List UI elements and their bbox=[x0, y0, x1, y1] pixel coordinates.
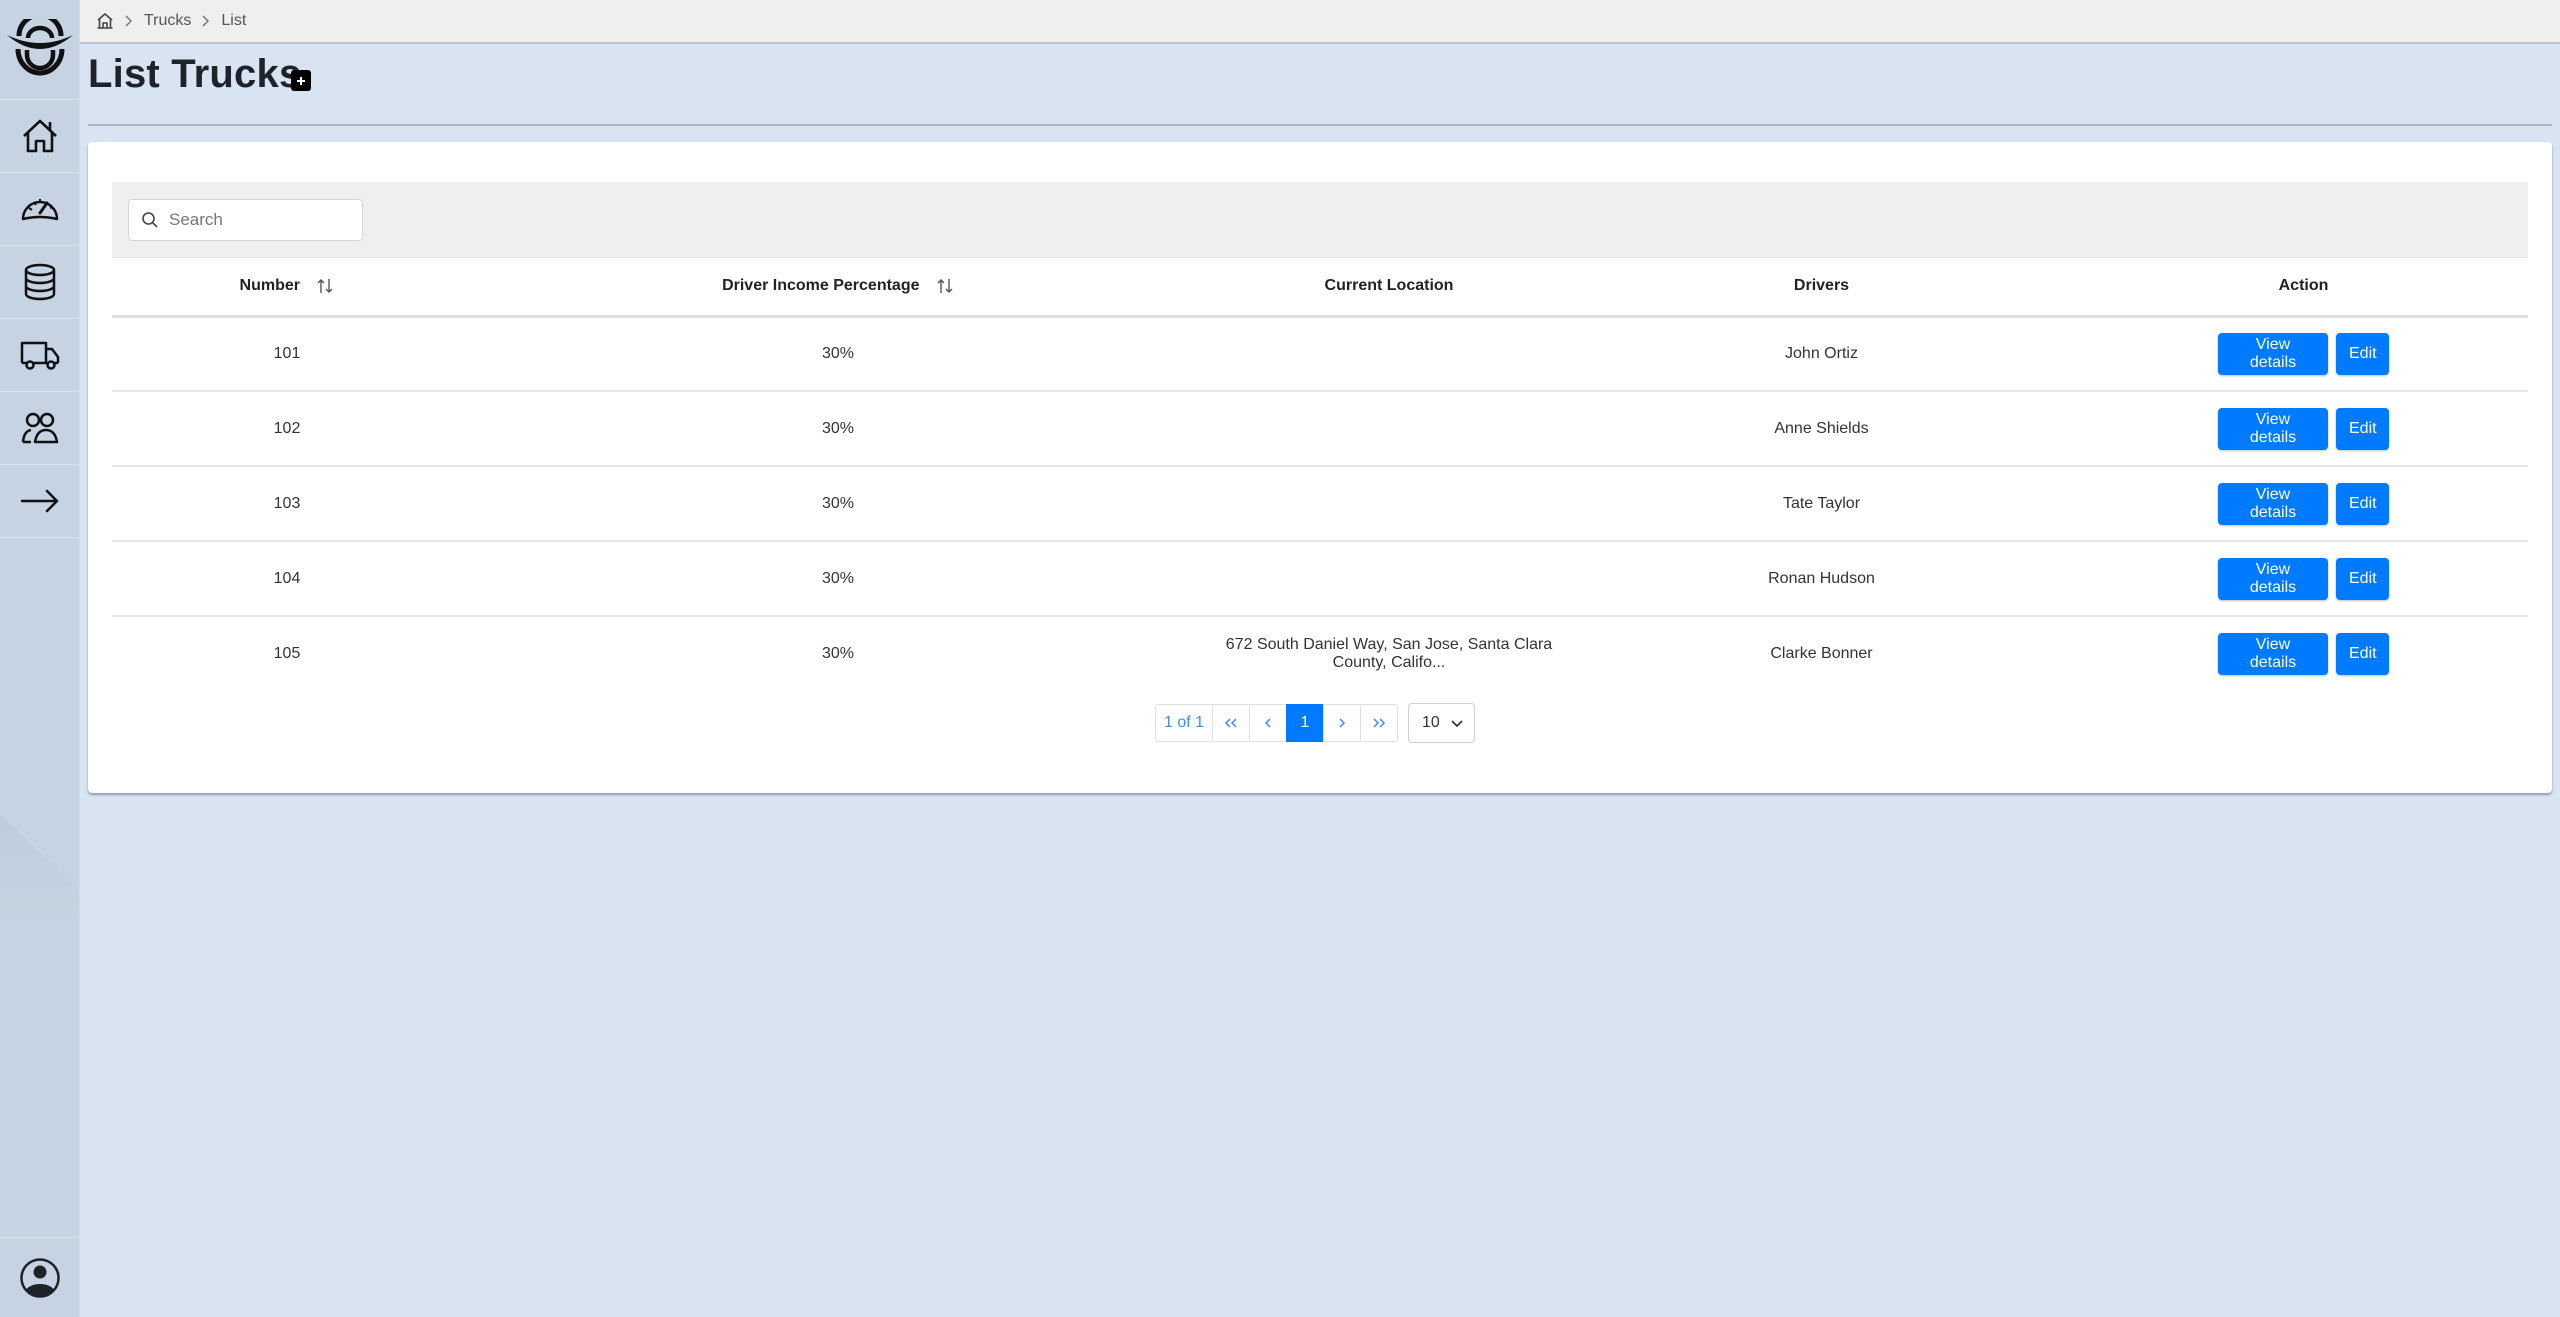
page-size-value: 10 bbox=[1422, 714, 1440, 731]
cell-location bbox=[1214, 466, 1564, 542]
header-divider bbox=[88, 124, 2552, 126]
next-page-button[interactable] bbox=[1323, 704, 1361, 742]
breadcrumb-current: List bbox=[221, 12, 247, 29]
double-chevron-left-icon bbox=[1224, 718, 1237, 728]
cell-driver: Anne Shields bbox=[1564, 391, 2079, 467]
add-truck-button[interactable] bbox=[291, 70, 311, 91]
table-row: 104 30% Ronan Hudson View detailsEdit bbox=[112, 541, 2528, 617]
view-details-button[interactable]: View details bbox=[2218, 407, 2328, 450]
view-details-button[interactable]: View details bbox=[2218, 332, 2328, 375]
cell-driver: John Ortiz bbox=[1564, 316, 2079, 392]
pagination: 1 of 1 1 10 bbox=[1155, 703, 1475, 743]
search-box[interactable] bbox=[128, 199, 363, 241]
column-header-drivers: Drivers bbox=[1564, 258, 2079, 318]
table-row: 102 30% Anne Shields View detailsEdit bbox=[112, 391, 2528, 467]
sidebar bbox=[0, 0, 80, 1317]
cell-actions: View detailsEdit bbox=[2079, 466, 2528, 542]
chevron-right-icon bbox=[124, 14, 134, 28]
cell-actions: View detailsEdit bbox=[2079, 541, 2528, 617]
view-details-button[interactable]: View details bbox=[2218, 557, 2328, 600]
cell-driver: Tate Taylor bbox=[1564, 466, 2079, 542]
search-icon bbox=[142, 212, 158, 228]
cell-actions: View detailsEdit bbox=[2079, 391, 2528, 467]
sidebar-item-home[interactable] bbox=[0, 100, 79, 173]
first-page-button[interactable] bbox=[1212, 704, 1250, 742]
cell-income: 30% bbox=[462, 541, 1214, 617]
cell-number: 102 bbox=[112, 391, 462, 467]
arrow-right-icon bbox=[20, 489, 59, 513]
user-circle-icon bbox=[20, 1257, 60, 1298]
view-details-button[interactable]: View details bbox=[2218, 633, 2328, 675]
home-icon bbox=[23, 119, 57, 153]
home-icon bbox=[97, 13, 113, 29]
database-icon bbox=[24, 263, 56, 301]
breadcrumb-home[interactable] bbox=[96, 12, 114, 30]
table-row: 101 30% John Ortiz View detailsEdit bbox=[112, 316, 2528, 392]
prev-page-button[interactable] bbox=[1249, 704, 1287, 742]
column-header-income[interactable]: Driver Income Percentage bbox=[462, 258, 1214, 318]
chevron-right-icon bbox=[201, 14, 211, 28]
cell-driver: Clarke Bonner bbox=[1770, 645, 1873, 662]
breadcrumb-trucks[interactable]: Trucks bbox=[144, 12, 191, 30]
profile-button[interactable] bbox=[0, 1237, 79, 1317]
trucks-table: Number Driver Income Percentage Current … bbox=[112, 258, 2528, 691]
last-page-button[interactable] bbox=[1360, 704, 1398, 742]
column-header-location: Current Location bbox=[1214, 258, 1564, 318]
table-toolbar bbox=[112, 182, 2528, 258]
edit-button[interactable]: Edit bbox=[2336, 332, 2389, 375]
sort-icon[interactable] bbox=[936, 277, 954, 295]
table-row: 103 30% Tate Taylor View detailsEdit bbox=[112, 466, 2528, 542]
search-input[interactable] bbox=[169, 210, 349, 230]
sort-icon[interactable] bbox=[316, 277, 334, 295]
cell-actions: View detailsEdit bbox=[2079, 616, 2528, 691]
cell-income: 30% bbox=[462, 391, 1214, 467]
table-header-row: Number Driver Income Percentage Current … bbox=[112, 258, 2528, 318]
sidebar-item-dashboard[interactable] bbox=[0, 173, 79, 246]
page-title: List Trucks bbox=[88, 52, 302, 96]
double-chevron-right-icon bbox=[1373, 718, 1386, 728]
speedometer-icon bbox=[21, 199, 59, 221]
page-1-button[interactable]: 1 bbox=[1286, 704, 1324, 742]
cell-location bbox=[1214, 316, 1564, 392]
cell-income: 30% bbox=[821, 645, 855, 662]
trucks-card: Number Driver Income Percentage Current … bbox=[88, 142, 2552, 793]
edit-button[interactable]: Edit bbox=[2336, 633, 2389, 675]
logo-icon bbox=[7, 18, 73, 75]
truck-icon bbox=[20, 341, 60, 370]
cell-location bbox=[1214, 541, 1564, 617]
edit-button[interactable]: Edit bbox=[2336, 482, 2389, 525]
page-size-select[interactable]: 10 bbox=[1408, 703, 1475, 743]
cell-number: 105 bbox=[273, 645, 301, 662]
cell-number: 101 bbox=[112, 316, 462, 392]
sidebar-item-users[interactable] bbox=[0, 392, 79, 465]
cell-number: 104 bbox=[112, 541, 462, 617]
breadcrumb: Trucks List bbox=[80, 0, 2560, 44]
cell-income: 30% bbox=[462, 316, 1214, 392]
column-header-number[interactable]: Number bbox=[112, 258, 462, 318]
sidebar-item-trucks[interactable] bbox=[0, 319, 79, 392]
page-summary: 1 of 1 bbox=[1155, 704, 1213, 742]
sidebar-item-logout[interactable] bbox=[0, 465, 79, 538]
chevron-right-icon bbox=[1339, 718, 1346, 728]
cell-driver: Ronan Hudson bbox=[1564, 541, 2079, 617]
cell-actions: View detailsEdit bbox=[2079, 316, 2528, 392]
view-details-button[interactable]: View details bbox=[2218, 482, 2328, 525]
people-icon bbox=[21, 412, 59, 444]
company-logo[interactable] bbox=[0, 0, 79, 100]
cell-location: 672 South Daniel Way, San Jose, Santa Cl… bbox=[1225, 636, 1553, 671]
table-row: 105 30% 672 South Daniel Way, San Jose, Sa… bbox=[112, 616, 2528, 691]
column-header-action: Action bbox=[2079, 258, 2528, 318]
cell-income: 30% bbox=[462, 466, 1214, 542]
plus-icon bbox=[297, 76, 305, 85]
chevron-left-icon bbox=[1264, 718, 1271, 728]
edit-button[interactable]: Edit bbox=[2336, 407, 2389, 450]
sidebar-item-database[interactable] bbox=[0, 246, 79, 319]
cell-location bbox=[1214, 391, 1564, 467]
cell-number: 103 bbox=[112, 466, 462, 542]
edit-button[interactable]: Edit bbox=[2336, 557, 2389, 600]
chevron-down-icon bbox=[1450, 719, 1464, 728]
